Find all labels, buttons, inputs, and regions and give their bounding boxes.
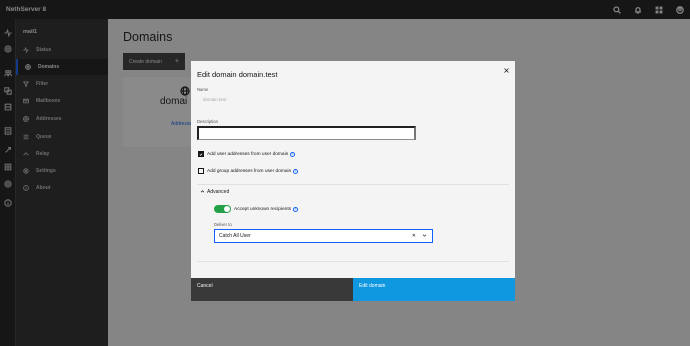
name-readonly-value: domain.test <box>203 97 227 102</box>
accept-unknown-recipients-label: Accept unknown recipients <box>234 206 292 212</box>
modal-footer: Cancel Edit domain <box>191 278 515 301</box>
chevron-down-icon[interactable] <box>422 233 427 240</box>
add-user-addresses-row[interactable]: Add user addresses from user domain i <box>198 151 296 157</box>
add-group-addresses-label: Add group addresses from user domain <box>207 168 292 174</box>
info-icon[interactable]: i <box>293 168 299 174</box>
add-user-addresses-label: Add user addresses from user domain <box>207 151 289 157</box>
add-user-addresses-checkbox[interactable] <box>198 151 204 157</box>
accordion-bottom-divider <box>197 261 509 262</box>
edit-domain-button[interactable]: Edit domain <box>353 278 515 301</box>
description-input[interactable] <box>197 126 416 140</box>
edit-domain-modal: Edit domain domain.test Name domain.test… <box>191 61 515 301</box>
add-group-addresses-row[interactable]: Add group addresses from user domain i <box>198 168 299 174</box>
add-group-addresses-checkbox[interactable] <box>198 168 204 174</box>
description-label: Description <box>197 119 218 124</box>
info-icon[interactable]: i <box>290 151 296 157</box>
close-icon[interactable] <box>501 65 511 75</box>
clear-selection-icon[interactable]: ✕ <box>412 233 416 239</box>
cancel-button[interactable]: Cancel <box>191 278 353 301</box>
deliver-to-label: Deliver to <box>214 222 232 227</box>
modal-title: Edit domain domain.test <box>197 70 278 79</box>
accept-unknown-recipients-row: Accept unknown recipients i <box>214 205 299 213</box>
deliver-to-value: Catch All User <box>219 233 251 239</box>
chevron-up-icon <box>197 189 207 194</box>
info-icon[interactable]: i <box>293 206 299 212</box>
accept-unknown-recipients-toggle[interactable] <box>214 205 231 213</box>
name-label: Name <box>197 87 209 92</box>
deliver-to-select[interactable]: Catch All User ✕ <box>214 229 433 243</box>
advanced-accordion-toggle[interactable]: Advanced <box>197 185 509 198</box>
advanced-label: Advanced <box>207 188 230 195</box>
